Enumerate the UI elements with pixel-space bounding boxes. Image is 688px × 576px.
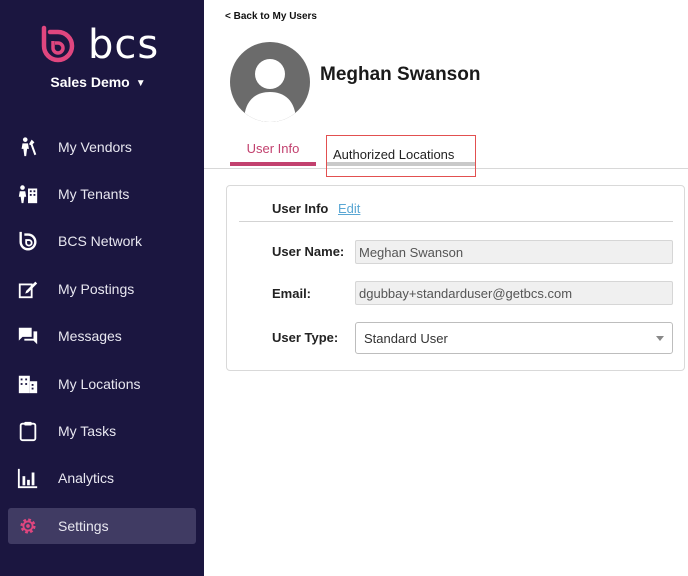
sidebar-item-my-tenants[interactable]: My Tenants [0,170,204,217]
card-title: User Info [272,201,329,216]
sidebar-item-messages[interactable]: Messages [0,313,204,360]
user-type-select[interactable]: Standard User [355,322,673,354]
user-name-label: User Name: [272,244,345,259]
gear-icon [16,514,40,538]
sidebar-item-settings[interactable]: Settings [8,508,196,545]
edit-link[interactable]: Edit [338,201,360,216]
tab-label: Authorized Locations [333,147,455,162]
avatar [230,42,310,122]
sidebar-item-my-vendors[interactable]: My Vendors [0,123,204,170]
postings-icon [16,277,40,301]
sidebar-item-label: My Tenants [58,186,130,203]
bcs-logo[interactable]: bcs [36,22,176,68]
tasks-icon [16,419,40,443]
tab-bar: User Info Authorized Locations [204,135,688,177]
sidebar: bcs Sales Demo ▼ My Vendors My Tenants BC… [0,0,204,576]
bcs-logo-icon [41,25,75,63]
org-name: Sales Demo [50,74,130,90]
sidebar-item-label: BCS Network [58,233,143,250]
email-label: Email: [272,286,312,301]
back-to-users-link[interactable]: < Back to My Users [225,11,317,22]
chevron-down-icon [656,336,664,341]
locations-icon [16,372,40,396]
sidebar-item-my-tasks[interactable]: My Tasks [0,407,204,454]
sidebar-item-label: My Tasks [58,423,117,440]
chevron-down-icon: ▼ [135,78,146,89]
sidebar-nav: My Vendors My Tenants BCS Network My Pos… [0,123,204,545]
user-type-value: Standard User [364,331,448,346]
tab-user-info[interactable]: User Info [230,141,316,156]
org-switcher[interactable]: Sales Demo ▼ [0,74,196,90]
card-header: User Info Edit [239,196,673,222]
user-avatar-icon [244,59,296,122]
sidebar-item-label: My Locations [58,375,141,392]
sidebar-item-label: My Vendors [58,138,132,155]
main-content: < Back to My Users Meghan Swanson User I… [204,0,688,576]
sidebar-item-label: Messages [58,328,122,345]
page-title: Meghan Swanson [320,64,481,85]
user-name-field[interactable]: Meghan Swanson [355,240,673,264]
tab-authorized-locations[interactable]: Authorized Locations [326,135,476,177]
active-tab-indicator [230,162,316,166]
vendors-icon [16,135,40,159]
user-info-card: User Info Edit User Name: Meghan Swanson… [226,185,685,371]
logo-text: bcs [88,22,160,68]
sidebar-item-analytics[interactable]: Analytics [0,455,204,502]
analytics-icon [16,466,40,490]
sidebar-item-my-postings[interactable]: My Postings [0,265,204,312]
sidebar-item-my-locations[interactable]: My Locations [0,360,204,407]
tenants-icon [16,182,40,206]
sidebar-item-label: My Postings [58,280,135,297]
sidebar-item-label: Settings [58,518,109,535]
bcs-network-icon [16,229,40,253]
sidebar-item-bcs-network[interactable]: BCS Network [0,218,204,265]
user-type-label: User Type: [272,330,339,345]
sidebar-item-label: Analytics [58,470,115,487]
messages-icon [16,324,40,348]
email-field[interactable]: dgubbay+standarduser@getbcs.com [355,281,673,305]
